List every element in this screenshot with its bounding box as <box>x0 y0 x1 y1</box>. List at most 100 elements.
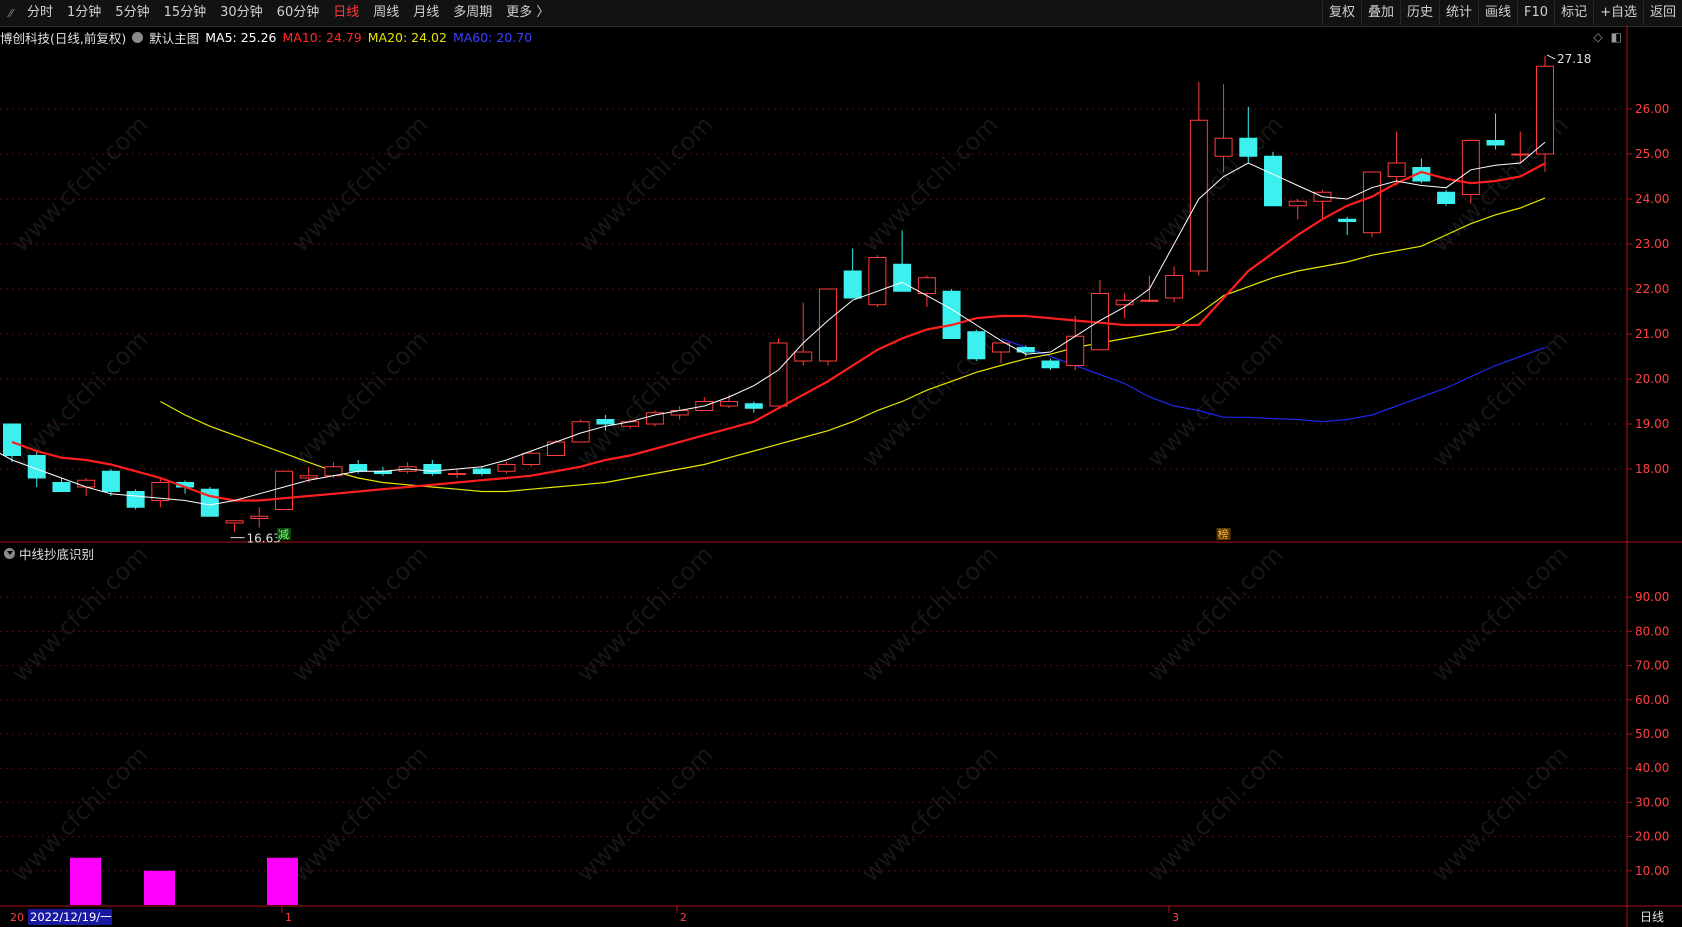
candle-body <box>1461 140 1480 195</box>
tool-button[interactable]: 叠加 <box>1360 1 1400 25</box>
period-tab[interactable]: 周线 <box>366 0 406 26</box>
candle-body <box>448 473 467 475</box>
settings-icon[interactable] <box>132 31 144 43</box>
candle-body <box>695 401 714 411</box>
tool-button[interactable]: 统计 <box>1439 1 1478 25</box>
period-tab[interactable]: 日线 <box>326 0 366 26</box>
ma10-line <box>11 162 1546 502</box>
candle-body <box>225 520 244 524</box>
candle-body <box>596 419 615 425</box>
y-tick-label: 25.00 <box>1635 147 1669 161</box>
indicator-bar <box>267 857 298 905</box>
back-tab-icon[interactable]: ⁄⁄ <box>2 4 20 22</box>
ma20-label: MA20: 24.02 <box>367 29 447 45</box>
y-tick-label: 26.00 <box>1635 102 1669 116</box>
indicator-title-bar: 中线抄底识别 <box>0 544 94 562</box>
date-cursor-label: 2022/12/19/一 <box>30 910 112 924</box>
period-tab[interactable]: 1分钟 <box>60 0 108 26</box>
period-toolbar: ⁄⁄ 分时 1分钟 5分钟 15分钟 30分钟 60分钟 日线 周线 月线 多周期 更多 〉 复权叠… <box>0 0 1682 27</box>
candle-body <box>967 331 986 360</box>
tool-button[interactable]: 标记 <box>1554 1 1593 25</box>
watermark: www.cfchi.com <box>6 325 154 473</box>
candle-body <box>1362 171 1381 234</box>
chevron-down-icon[interactable] <box>4 547 15 559</box>
tool-button[interactable]: 复权 <box>1321 1 1361 25</box>
candle-body <box>868 257 887 306</box>
candle-body <box>299 475 318 479</box>
y-tick-label: 20.00 <box>1635 372 1669 386</box>
candle-body <box>1412 167 1431 182</box>
candle-body <box>497 464 516 472</box>
period-tab[interactable]: 5分钟 <box>108 0 156 26</box>
restore-icon[interactable]: ◧ <box>1611 30 1622 44</box>
candle-body <box>27 455 46 479</box>
y-tick-label: 18.00 <box>1635 462 1669 476</box>
watermark: www.cfchi.com <box>571 110 719 258</box>
candle-body <box>1437 191 1456 204</box>
watermark: www.cfchi.com <box>856 325 1004 473</box>
watermark: www.cfchi.com <box>286 740 434 888</box>
candle-body <box>522 452 541 465</box>
tool-button[interactable]: 画线 <box>1478 1 1517 25</box>
watermark: www.cfchi.com <box>1141 110 1289 258</box>
period-tab[interactable]: 60分钟 <box>270 0 327 26</box>
period-tabs: 分时 1分钟 5分钟 15分钟 30分钟 60分钟 日线 周线 月线 多周期 更多 〉 <box>20 0 556 26</box>
y-tick-label: 80.00 <box>1635 624 1669 638</box>
tool-button[interactable]: 历史 <box>1399 1 1439 25</box>
tool-button[interactable]: F10 <box>1517 1 1554 25</box>
period-tab[interactable]: 15分钟 <box>157 0 214 26</box>
candle-body <box>1511 153 1530 156</box>
period-label: 日线 <box>1640 910 1664 924</box>
watermark: www.cfchi.com <box>856 540 1004 688</box>
period-tab[interactable]: 30分钟 <box>213 0 270 26</box>
y-tick-label: 60.00 <box>1635 693 1669 707</box>
y-tick-label: 20.00 <box>1635 830 1669 844</box>
month-label: 3 <box>1172 911 1179 924</box>
candle-body <box>274 470 293 510</box>
y-tick-label: 22.00 <box>1635 282 1669 296</box>
high-price-label: 27.18 <box>1557 52 1591 66</box>
candle-body <box>126 491 145 508</box>
candle-body <box>52 482 71 492</box>
y-tick-label: 10.00 <box>1635 864 1669 878</box>
tool-button[interactable]: 返回 <box>1642 1 1682 25</box>
watermark: www.cfchi.com <box>1141 540 1289 688</box>
period-tab[interactable]: 月线 <box>406 0 446 26</box>
period-tab[interactable]: 分时 <box>20 0 60 26</box>
candle-body <box>1486 140 1505 146</box>
candle-body <box>151 482 170 501</box>
candle-body <box>794 351 813 362</box>
candle-body <box>992 342 1011 353</box>
candle-body <box>1115 299 1134 306</box>
candle-body <box>645 412 664 425</box>
watermark: www.cfchi.com <box>1426 740 1574 888</box>
candle-body <box>670 410 689 416</box>
candle-body <box>1189 119 1208 272</box>
diamond-icon[interactable]: ◇ <box>1593 30 1602 44</box>
period-tab[interactable]: 更多 〉 <box>499 0 556 26</box>
tool-button[interactable]: +自选 <box>1593 1 1643 25</box>
candle-body <box>917 277 936 294</box>
candle-body <box>1338 218 1357 222</box>
candle-body <box>1387 162 1406 177</box>
watermark: www.cfchi.com <box>6 110 154 258</box>
marker-bang: 榜 <box>1218 527 1229 541</box>
ma10-label: MA10: 24.79 <box>282 29 362 45</box>
candle-body <box>621 421 640 427</box>
candle-body <box>744 403 763 409</box>
candle-body <box>571 421 590 443</box>
candle-body <box>1165 275 1184 299</box>
marker-bg <box>1216 528 1231 540</box>
y-tick-label: 23.00 <box>1635 237 1669 251</box>
candle-body <box>324 466 343 477</box>
main-chart-selector[interactable]: 默认主图 <box>149 28 199 47</box>
y-tick-label: 70.00 <box>1635 659 1669 673</box>
indicator-title[interactable]: 中线抄底识别 <box>19 544 94 563</box>
watermark: www.cfchi.com <box>286 325 434 473</box>
window-buttons: ◇ ◧ <box>1593 30 1622 44</box>
period-tab[interactable]: 多周期 <box>446 0 499 26</box>
candle-body <box>398 466 417 472</box>
watermark: www.cfchi.com <box>6 540 154 688</box>
kline-chart[interactable]: 26.00 25.00 24.00 23.00 22.00 21.00 20.00 19.00… <box>0 0 1682 927</box>
candle-body <box>893 263 912 292</box>
